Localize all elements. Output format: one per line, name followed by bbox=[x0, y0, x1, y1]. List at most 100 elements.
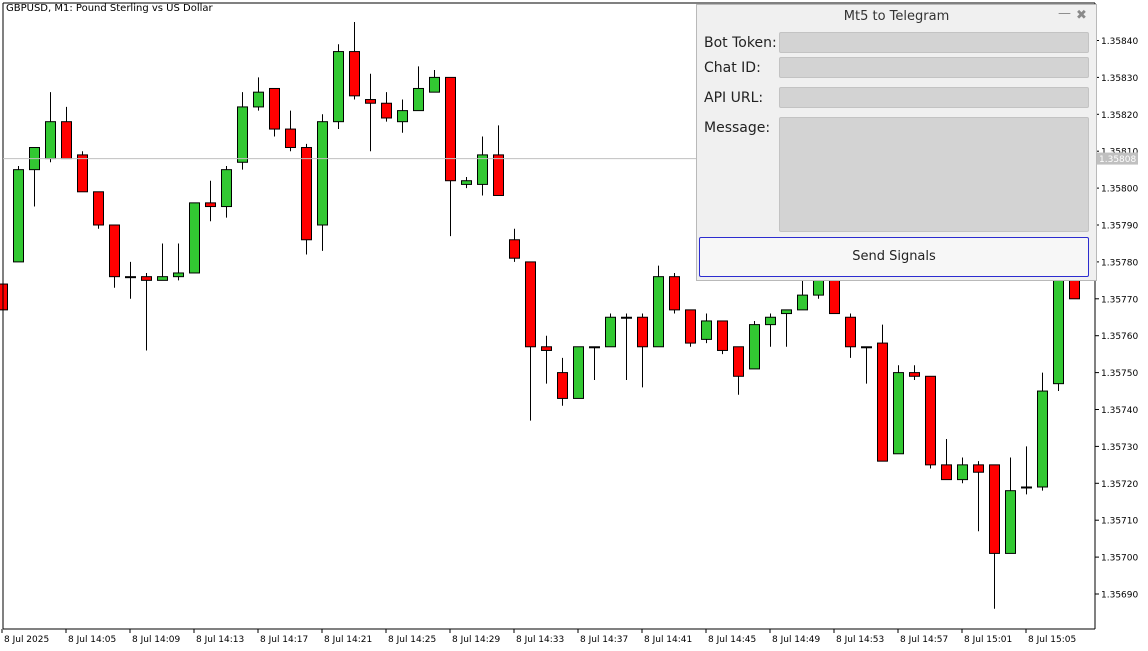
candle-body bbox=[957, 464, 968, 481]
message-textarea[interactable] bbox=[779, 117, 1089, 232]
candle-body bbox=[989, 464, 1000, 554]
bull-candle bbox=[13, 165, 24, 263]
close-icon[interactable]: ✖ bbox=[1076, 9, 1087, 23]
bull-candle bbox=[413, 66, 424, 112]
bull-candle bbox=[861, 346, 872, 384]
x-tick-label: 8 Jul 14:25 bbox=[388, 635, 436, 645]
candle-body bbox=[237, 106, 248, 163]
candle-body bbox=[605, 316, 616, 348]
candle-body bbox=[1021, 486, 1032, 489]
candle-body bbox=[269, 87, 280, 130]
candle-body bbox=[221, 169, 232, 208]
candle-body bbox=[461, 180, 472, 185]
candle-body bbox=[973, 464, 984, 473]
bull-candle bbox=[317, 114, 328, 251]
y-tick-label: 1.35840 bbox=[1101, 37, 1138, 47]
x-tick-label: 8 Jul 14:45 bbox=[708, 635, 756, 645]
bull-candle bbox=[477, 136, 488, 196]
panel-title[interactable]: Mt5 to Telegram bbox=[697, 5, 1096, 29]
candle-body bbox=[1005, 490, 1016, 554]
candle-body bbox=[829, 276, 840, 315]
bear-candle bbox=[637, 313, 648, 388]
bull-candle bbox=[749, 320, 760, 370]
candle-body bbox=[941, 464, 952, 481]
bear-candle bbox=[365, 73, 376, 152]
bull-candle bbox=[173, 243, 184, 281]
candle-body bbox=[413, 87, 424, 112]
x-tick-label: 8 Jul 14:09 bbox=[132, 635, 181, 645]
bull-candle bbox=[221, 165, 232, 218]
candle-body bbox=[45, 121, 56, 160]
bull-candle bbox=[1053, 276, 1064, 392]
bear-candle bbox=[269, 87, 280, 137]
candle-body bbox=[285, 128, 296, 149]
bear-candle bbox=[557, 357, 568, 406]
bull-candle bbox=[253, 77, 264, 111]
x-tick-label: 8 Jul 14:05 bbox=[68, 635, 116, 645]
candle-body bbox=[493, 154, 504, 196]
candle-body bbox=[0, 283, 8, 311]
candle-body bbox=[157, 276, 168, 281]
candle-body bbox=[61, 121, 72, 160]
bear-candle bbox=[941, 439, 952, 481]
y-tick-label: 1.35780 bbox=[1101, 258, 1138, 268]
bull-candle bbox=[29, 147, 40, 207]
candle-body bbox=[797, 294, 808, 311]
bull-candle bbox=[333, 44, 344, 130]
x-tick-label: 8 Jul 14:29 bbox=[452, 635, 501, 645]
api-url-input[interactable] bbox=[779, 87, 1089, 108]
candle-body bbox=[189, 202, 200, 274]
y-tick-label: 1.35760 bbox=[1101, 332, 1138, 342]
bear-candle bbox=[205, 180, 216, 222]
bear-candle bbox=[93, 191, 104, 229]
bear-candle bbox=[989, 464, 1000, 609]
x-tick-label: 8 Jul 14:57 bbox=[900, 635, 948, 645]
candle-body bbox=[557, 372, 568, 399]
bot-token-input[interactable] bbox=[779, 32, 1089, 53]
candle-body bbox=[1037, 390, 1048, 488]
bull-candle bbox=[1037, 372, 1048, 491]
candle-body bbox=[717, 320, 728, 351]
bear-candle bbox=[493, 125, 504, 196]
bull-candle bbox=[893, 365, 904, 455]
candle-body bbox=[589, 346, 600, 349]
candle-body bbox=[877, 342, 888, 462]
candle-body bbox=[445, 76, 456, 182]
candle-body bbox=[669, 276, 680, 311]
bear-candle bbox=[109, 224, 120, 288]
chat-id-label: Chat ID: bbox=[704, 60, 761, 76]
candle-body bbox=[333, 51, 344, 123]
bull-candle bbox=[653, 265, 664, 348]
y-tick-label: 1.35700 bbox=[1101, 554, 1138, 564]
bull-candle bbox=[189, 202, 200, 274]
bull-candle bbox=[429, 70, 440, 93]
candle-body bbox=[365, 99, 376, 104]
price-axis: 1.358401.358301.358201.358101.358001.357… bbox=[1095, 37, 1138, 601]
x-tick-label: 8 Jul 14:41 bbox=[644, 635, 692, 645]
send-signals-button[interactable]: Send Signals bbox=[699, 237, 1089, 277]
candle-body bbox=[541, 346, 552, 351]
candle-body bbox=[701, 320, 712, 340]
bear-candle bbox=[349, 22, 360, 100]
current-price-label: 1.35808 bbox=[1099, 155, 1136, 165]
candle-body bbox=[925, 375, 936, 466]
y-tick-label: 1.35690 bbox=[1101, 591, 1138, 601]
bear-candle bbox=[685, 309, 696, 347]
bull-candle bbox=[157, 243, 168, 281]
candle-body bbox=[13, 169, 24, 263]
x-tick-label: 8 Jul 2025 bbox=[4, 635, 49, 645]
candle-body bbox=[109, 224, 120, 278]
chat-id-input[interactable] bbox=[779, 57, 1089, 78]
bear-candle bbox=[877, 324, 888, 462]
bull-candle bbox=[765, 313, 776, 347]
minimize-icon[interactable]: — bbox=[1058, 7, 1071, 21]
symbol-title: GBPUSD, M1: Pound Sterling vs US Dollar bbox=[6, 3, 213, 14]
bot-token-label: Bot Token: bbox=[704, 35, 777, 51]
x-tick-label: 8 Jul 14:21 bbox=[324, 635, 372, 645]
candle-body bbox=[909, 372, 920, 377]
candle-body bbox=[621, 316, 632, 319]
candle-body bbox=[749, 324, 760, 370]
y-tick-label: 1.35740 bbox=[1101, 406, 1138, 416]
x-tick-label: 8 Jul 15:01 bbox=[964, 635, 1012, 645]
bear-candle bbox=[525, 261, 536, 421]
